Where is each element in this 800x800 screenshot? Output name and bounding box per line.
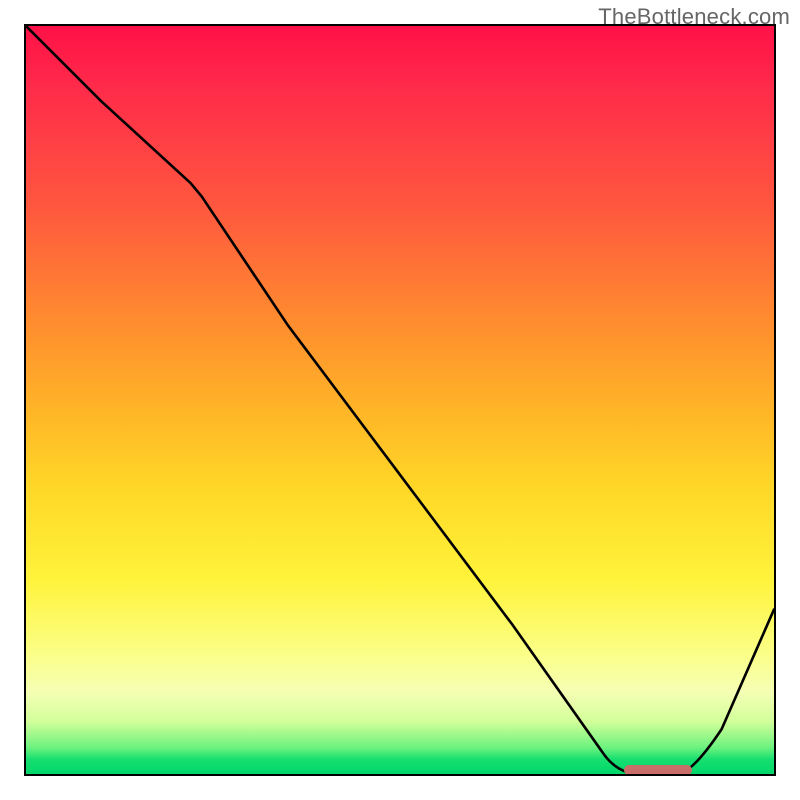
bottleneck-line (26, 26, 774, 774)
bottleneck-line-path (26, 26, 774, 774)
optimal-range-marker (624, 765, 691, 775)
watermark-label: TheBottleneck.com (598, 4, 790, 30)
plot-area (24, 24, 776, 776)
chart-canvas: TheBottleneck.com (0, 0, 800, 800)
